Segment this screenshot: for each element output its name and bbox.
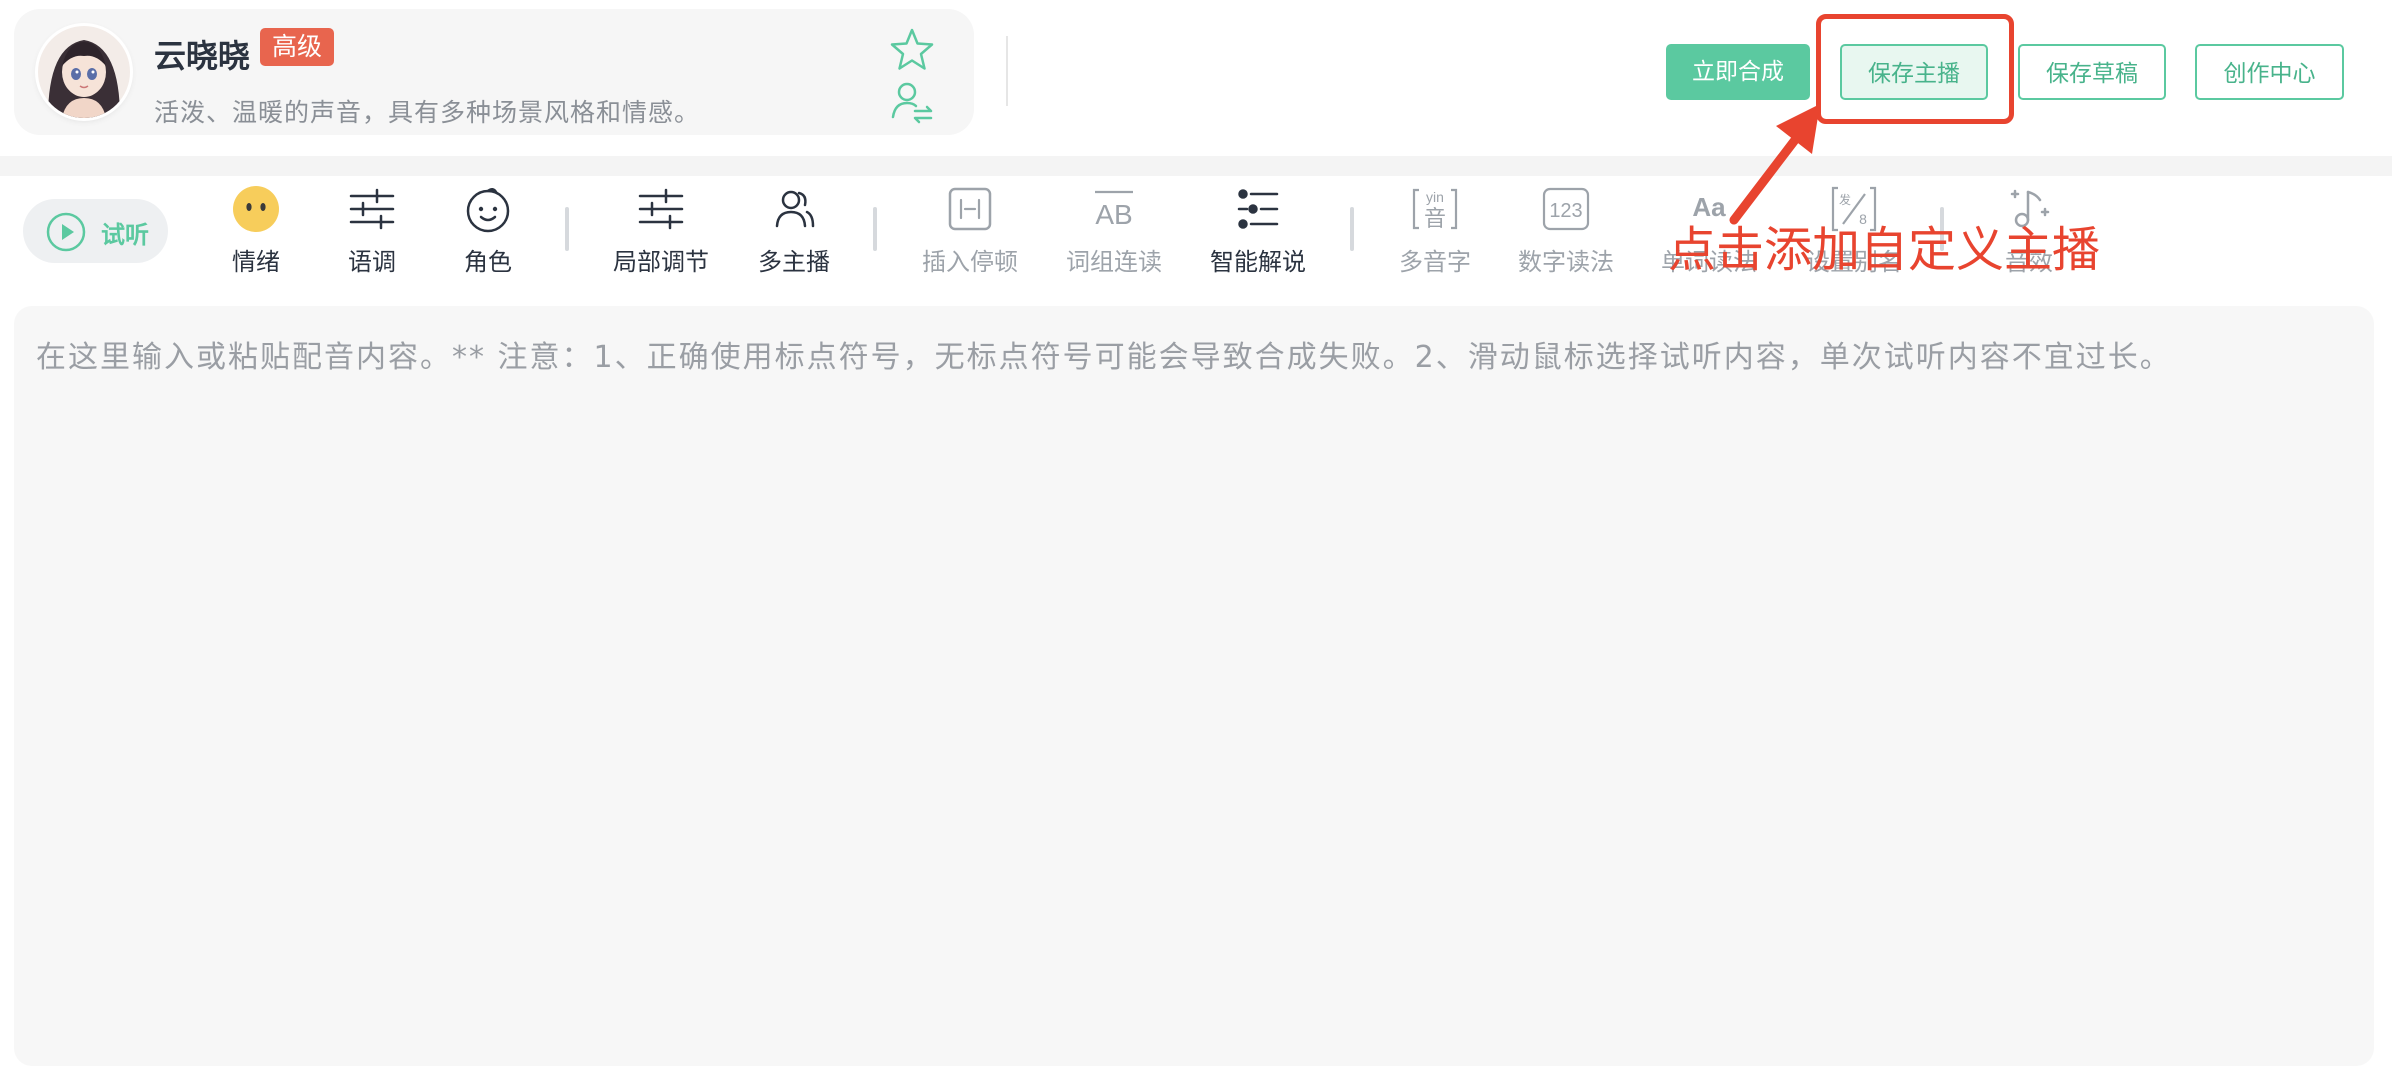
- synthesize-button[interactable]: 立即合成: [1666, 44, 1810, 100]
- tool-emotion[interactable]: 情绪: [201, 180, 311, 280]
- tool-multi-anchor-label: 多主播: [758, 248, 830, 276]
- save-draft-button[interactable]: 保存草稿: [2018, 44, 2166, 100]
- tool-multi-anchor[interactable]: 多主播: [739, 180, 849, 280]
- user-switch-icon[interactable]: [887, 77, 937, 127]
- creation-center-button[interactable]: 创作中心: [2195, 44, 2344, 100]
- text-editor[interactable]: 在这里输入或粘贴配音内容。** 注意：1、正确使用标点符号，无标点符号可能会导致…: [14, 306, 2374, 1066]
- preview-label: 试听: [101, 221, 149, 249]
- multi-user-icon: [775, 190, 815, 228]
- svg-text:yin: yin: [1426, 189, 1444, 205]
- header-divider: [1006, 36, 1008, 106]
- annotation-text: 点击添加自定义主播: [1668, 222, 2101, 278]
- tool-insert-pause-label: 插入停顿: [922, 248, 1018, 276]
- level-badge: 高级: [260, 28, 335, 66]
- editor-placeholder: 在这里输入或粘贴配音内容。** 注意：1、正确使用标点符号，无标点符号可能会导致…: [36, 340, 2172, 375]
- annotation-highlight-box: [1816, 14, 2014, 124]
- local-adjust-icon: [638, 188, 684, 230]
- tool-polyphone-label: 多音字: [1399, 248, 1471, 276]
- svg-text:AB: AB: [1095, 199, 1132, 230]
- svg-text:123: 123: [1549, 200, 1582, 222]
- tool-insert-pause[interactable]: 插入停顿: [915, 180, 1025, 280]
- tool-number-reading-label: 数字读法: [1518, 248, 1614, 276]
- sliders-icon: [349, 188, 395, 230]
- pause-insert-icon: [948, 187, 992, 231]
- tool-local-adjust[interactable]: 局部调节: [606, 180, 716, 280]
- anchor-description: 活泼、温暖的声音，具有多种场景风格和情感。: [154, 98, 701, 127]
- anchor-name: 云晓晓: [154, 37, 251, 75]
- emotion-face-icon: [233, 186, 279, 232]
- tool-phrase-link[interactable]: AB 词组连读: [1059, 180, 1169, 280]
- phrase-ab-icon: AB: [1095, 190, 1133, 230]
- tool-number-reading[interactable]: 123 数字读法: [1511, 180, 1621, 280]
- svg-text:音: 音: [1424, 207, 1446, 232]
- toolbar-separator: [565, 207, 569, 251]
- preview-button[interactable]: 试听: [23, 199, 168, 263]
- baby-face-icon: [466, 188, 510, 233]
- tool-phrase-link-label: 词组连读: [1066, 248, 1162, 276]
- tool-smart-narration-label: 智能解说: [1210, 248, 1306, 276]
- tool-local-adjust-label: 局部调节: [613, 248, 709, 276]
- tool-intonation[interactable]: 语调: [317, 180, 427, 280]
- header-band: [0, 156, 2392, 176]
- play-icon: [46, 212, 86, 252]
- anchor-avatar[interactable]: [38, 26, 130, 118]
- toolbar-separator: [873, 207, 877, 251]
- star-outline-icon[interactable]: [887, 25, 937, 75]
- svg-text:发: 发: [1839, 192, 1851, 207]
- tool-smart-narration[interactable]: 智能解说: [1203, 180, 1313, 280]
- number-123-icon: 123: [1542, 187, 1590, 231]
- tool-polyphone[interactable]: yin 音 多音字: [1380, 180, 1490, 280]
- smart-narration-icon: [1237, 189, 1279, 229]
- tool-role-label: 角色: [464, 248, 512, 276]
- anchor-profile-card: 云晓晓 高级 活泼、温暖的声音，具有多种场景风格和情感。: [14, 9, 974, 135]
- pinyin-icon: yin 音: [1412, 188, 1458, 232]
- tool-role[interactable]: 角色: [433, 180, 543, 280]
- toolbar-separator: [1350, 207, 1354, 251]
